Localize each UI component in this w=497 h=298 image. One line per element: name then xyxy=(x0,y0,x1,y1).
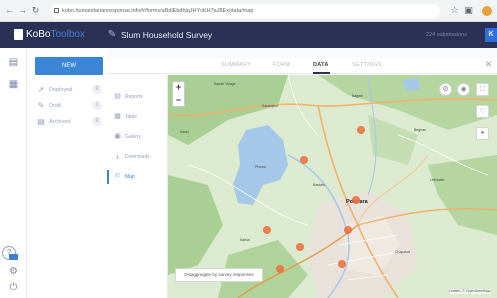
archive-icon: ▤ xyxy=(37,117,45,126)
map-cluster-marker[interactable] xyxy=(352,196,360,204)
map-cluster-marker[interactable] xyxy=(300,156,308,164)
disaggregate-button[interactable]: Disaggregate by survey responses xyxy=(175,268,263,282)
star-icon[interactable]: ☆ xyxy=(449,5,460,16)
map-place-label: Kaude Village xyxy=(214,82,236,86)
data-nav-map[interactable]: ⚐ Map xyxy=(113,171,167,183)
map-place-label: Lekhnath xyxy=(430,178,445,182)
gallery-icon: ▣ xyxy=(114,133,121,140)
sidebar-item-archived[interactable]: ▤ Archived 0 xyxy=(36,116,102,128)
data-nav-reports[interactable]: ▤ Reports xyxy=(113,91,167,103)
table-icon: ▦ xyxy=(114,113,121,120)
sidebar-item-label: Draft xyxy=(49,103,61,109)
back-icon[interactable]: ← xyxy=(4,5,15,16)
map-icon: ⚐ xyxy=(114,173,121,180)
map-place-label: Bastain xyxy=(313,183,325,187)
map-place-label: Begnas xyxy=(414,128,426,132)
user-avatar[interactable]: K xyxy=(485,28,497,42)
download-icon: ⤓ xyxy=(115,153,120,160)
map-cluster-marker[interactable] xyxy=(263,226,271,234)
reports-icon: ▤ xyxy=(114,93,121,100)
new-project-button[interactable]: NEW xyxy=(35,57,103,75)
map-view[interactable] xyxy=(168,75,497,298)
logo-main-text: KoBo xyxy=(26,29,51,40)
active-subnav-indicator xyxy=(107,170,109,184)
zoom-in-button[interactable]: + xyxy=(172,81,185,94)
map-attribution[interactable]: Leaflet | © OpenStreetMap xyxy=(449,289,491,294)
tab-summary[interactable]: SUMMARY xyxy=(221,61,251,69)
sidebar-item-count: 0 xyxy=(92,117,102,126)
map-layers-icon[interactable]: ◉ xyxy=(457,83,470,96)
fullscreen-icon[interactable]: ⛶ xyxy=(476,83,489,96)
data-nav-gallery[interactable]: ▣ Gallery xyxy=(113,131,167,143)
map-place-label: Kaski xyxy=(180,130,189,134)
reload-icon[interactable]: ↻ xyxy=(30,5,41,16)
sidebar-item-label: Archived xyxy=(49,119,71,125)
sidebar-item-deployed[interactable]: ➚ Deployed 0 xyxy=(36,84,102,96)
map-tiles xyxy=(168,75,497,298)
data-nav-label: Map xyxy=(125,174,135,180)
tab-form[interactable]: FORM xyxy=(273,61,290,69)
lock-icon xyxy=(54,8,59,13)
pencil-icon: ✎ xyxy=(37,101,45,110)
data-subnav xyxy=(107,75,168,298)
logout-icon[interactable]: ⏻ xyxy=(8,282,19,293)
kobo-logo-icon[interactable] xyxy=(14,29,23,40)
map-settings-gear-icon[interactable]: ⚙ xyxy=(439,83,452,96)
close-icon[interactable]: ✕ xyxy=(484,60,493,69)
browser-profile-avatar[interactable] xyxy=(482,6,492,16)
marker-toggle-icon[interactable]: ✦ xyxy=(476,127,489,140)
forms-icon[interactable]: ▤ xyxy=(8,57,19,68)
app-logo[interactable]: KoBoToolbox xyxy=(26,28,85,41)
tab-data[interactable]: DATA xyxy=(313,61,329,69)
map-cluster-marker[interactable] xyxy=(344,226,352,234)
map-place-label: Kahun xyxy=(240,238,251,242)
map-place-label: Phewa xyxy=(255,165,266,169)
data-nav-label: Gallery xyxy=(125,134,141,140)
map-place-label: Chapakot xyxy=(395,250,410,254)
data-nav-label: Downloads xyxy=(125,154,150,160)
data-nav-label: Reports xyxy=(125,94,143,100)
project-edit-icon[interactable]: ✎ xyxy=(106,29,118,41)
extension-icon[interactable]: ▣ xyxy=(463,5,474,16)
project-tabbar xyxy=(107,58,497,74)
settings-gear-icon[interactable]: ⚙ xyxy=(8,266,19,277)
heatmap-icon[interactable]: ♡ xyxy=(476,105,489,118)
library-icon[interactable]: ▦ xyxy=(8,79,19,90)
map-place-label: Bagale xyxy=(352,94,363,98)
sidebar-item-label: Deployed xyxy=(49,87,73,93)
submission-count: 224 submissions xyxy=(426,32,467,38)
map-place-label: Sarangkot xyxy=(262,104,278,108)
project-title[interactable]: Slum Household Survey xyxy=(121,29,212,41)
forward-icon[interactable]: → xyxy=(17,5,28,16)
data-nav-downloads[interactable]: ⤓ Downloads xyxy=(113,151,167,163)
sidebar-item-count: 1 xyxy=(92,101,102,110)
logo-accent-text: Toolbox xyxy=(50,29,85,40)
map-cluster-marker[interactable] xyxy=(338,260,346,268)
zoom-out-button[interactable]: − xyxy=(172,94,185,107)
address-bar-url: kobo.humanitarianresponse.info/#/forms/a… xyxy=(62,8,254,14)
rocket-icon: ➚ xyxy=(37,85,45,94)
map-cluster-marker[interactable] xyxy=(276,265,284,273)
data-nav-label: Table xyxy=(125,114,137,120)
active-tab-indicator xyxy=(313,72,330,74)
sidebar-item-count: 0 xyxy=(92,85,102,94)
map-cluster-marker[interactable] xyxy=(357,126,365,134)
sidebar-item-draft[interactable]: ✎ Draft 1 xyxy=(36,100,102,112)
help-badge-icon xyxy=(9,254,18,260)
data-nav-table[interactable]: ▦ Table xyxy=(113,111,167,123)
tab-settings[interactable]: SETTINGS xyxy=(352,61,382,69)
map-cluster-marker[interactable] xyxy=(296,243,304,251)
